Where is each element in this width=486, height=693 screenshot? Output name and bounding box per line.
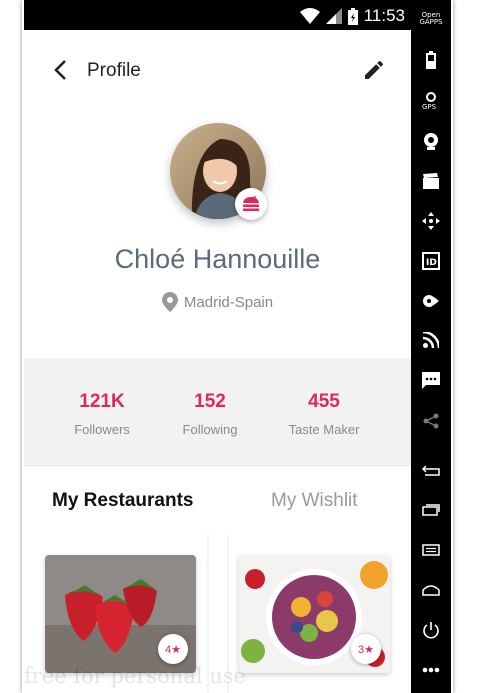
media-icon [423,295,439,307]
page-title: Profile [87,60,141,81]
clapper-icon [423,173,439,189]
menu-button[interactable] [411,535,451,565]
battery-icon [426,51,436,69]
more-button[interactable] [411,655,451,685]
wifi-icon [299,8,320,24]
battery-button[interactable] [411,45,451,75]
rating-badge: 4★ [158,634,188,664]
home-button[interactable] [411,575,451,605]
divider [24,465,411,466]
id-icon: ID [422,252,440,270]
power-button[interactable] [411,615,451,645]
stat-label: Taste Maker [288,422,360,437]
share-icon [423,413,439,429]
opengapps-logo: Open GAPPS [419,11,443,26]
svg-text:ID: ID [426,258,437,268]
recents-icon [422,504,440,516]
gps-button[interactable]: GPS [411,86,451,116]
chevron-left-icon[interactable] [50,58,70,82]
screencast-button[interactable] [411,166,451,196]
profile-name: Chloé Hannouille [114,244,321,274]
recents-button[interactable] [411,495,451,525]
location-pin-icon [161,292,178,312]
stats-panel: 121K Followers 152 Following 455 Taste M… [24,358,411,465]
sms-button[interactable] [411,366,451,396]
webcam-button[interactable] [411,126,451,156]
stat-value: 152 [194,391,226,412]
share-button[interactable] [411,406,451,436]
stat-value: 455 [308,391,340,412]
profile-screen: Profile Chloé Hannouille Madrid-Spain 12… [24,30,411,693]
restaurant-badge [235,188,267,220]
menu-icon [422,544,440,556]
location-text: Madrid-Spain [183,293,274,311]
home-icon [422,585,440,596]
webcam-icon [424,133,438,150]
rating-badge: 3★ [351,634,381,664]
stat-followers[interactable]: 121K Followers [47,391,157,437]
svg-text:GPS: GPS [422,103,437,110]
stat-taste-maker[interactable]: 455 Taste Maker [269,391,379,437]
back-nav-icon [422,465,440,476]
id-button[interactable]: ID [411,246,451,276]
app-bar: Profile [24,30,411,110]
screen: 11:53 Open GAPPS GPS ID Profile Chloé Ha… [0,0,486,693]
power-icon [423,622,439,639]
stat-value: 121K [79,391,125,412]
watermark: free for personal use [24,664,246,688]
status-time: 11:53 [363,6,405,25]
navigate-button[interactable] [411,206,451,236]
rss-button[interactable] [411,325,451,355]
burger-icon [243,196,259,211]
tab-my-wishlist[interactable]: My Wishlit [271,490,358,512]
battery-icon [347,7,358,25]
signal-icon [325,8,342,24]
tab-my-restaurants[interactable]: My Restaurants [52,490,194,512]
stat-label: Following [182,422,238,437]
stat-label: Followers [74,422,130,437]
pencil-icon[interactable] [362,58,386,82]
back-button[interactable] [411,455,451,485]
status-bar: 11:53 [24,0,411,30]
rss-icon [423,332,439,348]
stat-following[interactable]: 152 Following [155,391,265,437]
emulator-side-panel: Open GAPPS GPS ID [411,0,451,693]
media-button[interactable] [411,286,451,316]
gps-icon: GPS [422,92,437,110]
message-icon [422,372,440,389]
more-icon [422,667,440,673]
move-icon [422,212,440,230]
profile-location: Madrid-Spain [24,292,411,312]
